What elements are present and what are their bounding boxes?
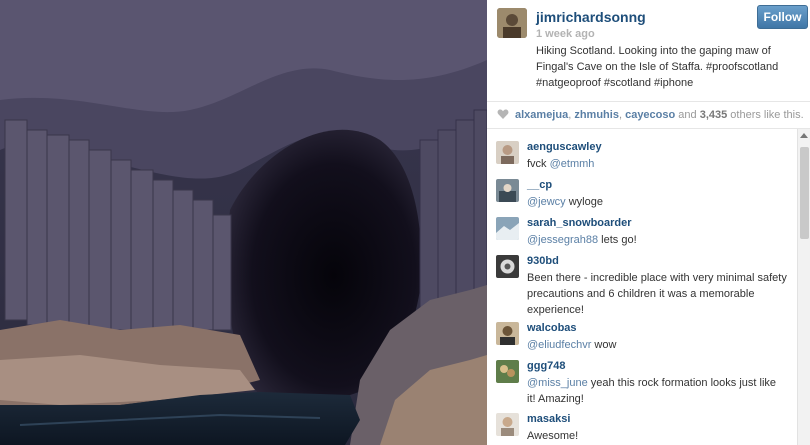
post-header: jimrichardsonng Follow 1 week ago Hiking…: [487, 0, 810, 102]
comment-username[interactable]: sarah_snowboarder: [527, 217, 632, 229]
commenter-avatar[interactable]: [496, 255, 519, 278]
comment-text: @miss_june yeah this rock formation look…: [527, 377, 777, 405]
scroll-thumb[interactable]: [800, 147, 809, 239]
comments-scrollbar[interactable]: [797, 129, 810, 445]
commenter-avatar[interactable]: [496, 322, 519, 345]
comment-username[interactable]: ggg748: [527, 360, 566, 372]
comment-text: Been there - incredible place with very …: [527, 272, 787, 316]
owner-avatar[interactable]: [497, 8, 527, 38]
liker-2[interactable]: zhmuhis: [574, 109, 619, 121]
comment-username[interactable]: __cp: [527, 179, 552, 191]
comment-item: walcobas @eliudfechvr wow: [487, 322, 787, 358]
scroll-up-arrow-icon[interactable]: [800, 133, 808, 138]
commenter-avatar[interactable]: [496, 217, 519, 240]
commenter-avatar[interactable]: [496, 360, 519, 383]
comment-mention[interactable]: @eliudfechvr: [527, 339, 591, 351]
comment-mention[interactable]: @jessegrah88: [527, 234, 598, 246]
likes-row: alxamejua, zhmuhis, cayecoso and 3,435 o…: [487, 101, 810, 129]
comment-mention[interactable]: @etmmh: [550, 158, 595, 170]
likes-text: alxamejua, zhmuhis, cayecoso and 3,435 o…: [515, 109, 804, 121]
comment-text: fvck @etmmh: [527, 158, 595, 170]
comment-item: ggg748 @miss_june yeah this rock formati…: [487, 360, 787, 412]
commenter-avatar[interactable]: [496, 179, 519, 202]
comment-item: 930bd Been there - incredible place with…: [487, 255, 787, 323]
comment-item: aenguscawley fvck @etmmh: [487, 141, 787, 177]
post-timestamp: 1 week ago: [536, 28, 595, 40]
comment-item: __cp @jewcy wyloge: [487, 179, 787, 215]
comment-text: @jessegrah88 lets go!: [527, 234, 637, 246]
post-photo: [0, 0, 487, 445]
comment-mention[interactable]: @miss_june: [527, 377, 588, 389]
post-caption: Hiking Scotland. Looking into the gaping…: [536, 45, 779, 89]
comment-item: sarah_snowboarder @jessegrah88 lets go!: [487, 217, 787, 253]
comment-text: @eliudfechvr wow: [527, 339, 617, 351]
comment-username[interactable]: walcobas: [527, 322, 577, 334]
likes-count: 3,435: [699, 109, 728, 121]
comment-username[interactable]: aenguscawley: [527, 141, 602, 153]
comment-text: Awesome!: [527, 430, 579, 442]
liker-1[interactable]: alxamejua: [515, 109, 568, 121]
liker-3[interactable]: cayecoso: [625, 109, 675, 121]
comment-text: @jewcy wyloge: [527, 196, 603, 208]
cave-image: [0, 0, 487, 445]
owner-username[interactable]: jimrichardsonng: [536, 9, 646, 25]
post-details-panel: jimrichardsonng Follow 1 week ago Hiking…: [487, 0, 810, 445]
comment-item: masaksi Awesome!: [487, 413, 787, 445]
comments-list: aenguscawley fvck @etmmh __cp @jewcy wyl…: [487, 129, 797, 445]
commenter-avatar[interactable]: [496, 413, 519, 436]
comment-mention[interactable]: @jewcy: [527, 196, 566, 208]
commenter-avatar[interactable]: [496, 141, 519, 164]
follow-button[interactable]: Follow: [757, 5, 808, 29]
comment-username[interactable]: masaksi: [527, 413, 570, 425]
comment-username[interactable]: 930bd: [527, 255, 559, 267]
heart-icon[interactable]: [497, 108, 509, 120]
